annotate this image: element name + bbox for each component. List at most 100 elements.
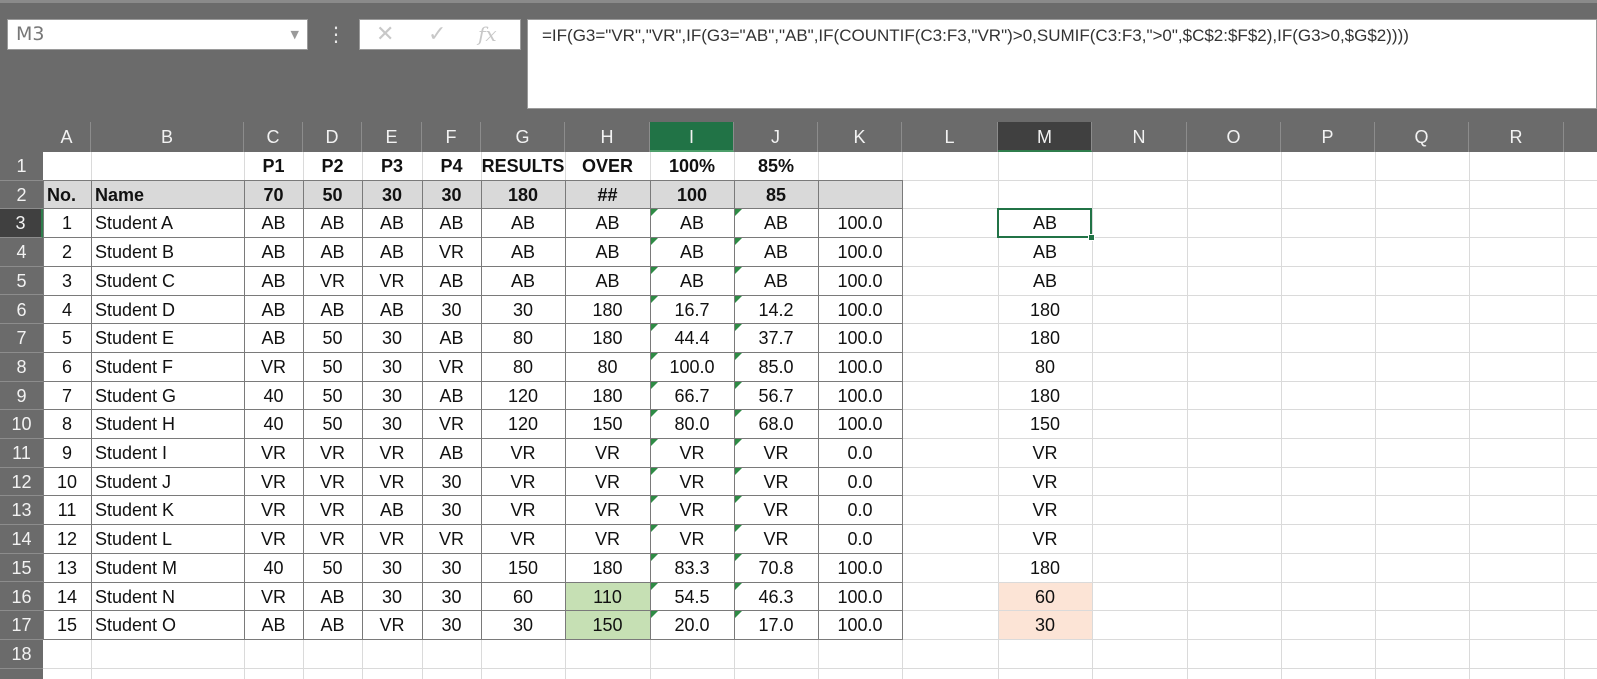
cell-e12[interactable]: VR	[362, 468, 422, 497]
fill-handle[interactable]	[1088, 234, 1095, 242]
cell-b2[interactable]: Name	[91, 181, 244, 210]
cell-g14[interactable]: VR	[481, 525, 565, 554]
row-header-6[interactable]: 6	[0, 296, 43, 325]
cell-h13[interactable]: VR	[565, 496, 650, 525]
cell-j8[interactable]: 85.0	[734, 353, 818, 382]
cell-i5[interactable]: AB	[650, 267, 734, 296]
row-header-15[interactable]: 15	[0, 554, 43, 583]
cell-e7[interactable]: 30	[362, 324, 422, 353]
cell-c10[interactable]: 40	[244, 410, 303, 439]
cell-k8[interactable]: 100.0	[818, 353, 902, 382]
cell-a10[interactable]: 8	[43, 410, 91, 439]
cell-b3[interactable]: Student A	[91, 209, 244, 238]
column-header-j[interactable]: J	[734, 122, 818, 152]
cell-b12[interactable]: Student J	[91, 468, 244, 497]
cell-d17[interactable]: AB	[303, 611, 362, 640]
cell-h1[interactable]: OVER	[565, 152, 650, 181]
cell-d2[interactable]: 50	[303, 181, 362, 210]
cell-a17[interactable]: 15	[43, 611, 91, 640]
cell-c16[interactable]: VR	[244, 583, 303, 612]
row-header-3[interactable]: 3	[0, 209, 43, 239]
cell-i1[interactable]: 100%	[650, 152, 734, 181]
column-header-l[interactable]: L	[902, 122, 998, 152]
cell-c4[interactable]: AB	[244, 238, 303, 267]
cell-k6[interactable]: 100.0	[818, 296, 902, 325]
cell-m12[interactable]: VR	[998, 468, 1092, 497]
cell-m10[interactable]: 150	[998, 410, 1092, 439]
name-box[interactable]: M3 ▼	[7, 19, 308, 50]
cell-c6[interactable]: AB	[244, 296, 303, 325]
cell-j2[interactable]: 85	[734, 181, 818, 210]
cell-a12[interactable]: 10	[43, 468, 91, 497]
cell-g12[interactable]: VR	[481, 468, 565, 497]
cell-d15[interactable]: 50	[303, 554, 362, 583]
cell-f12[interactable]: 30	[422, 468, 481, 497]
cell-j6[interactable]: 14.2	[734, 296, 818, 325]
cell-i15[interactable]: 83.3	[650, 554, 734, 583]
cell-j16[interactable]: 46.3	[734, 583, 818, 612]
row-header-9[interactable]: 9	[0, 382, 43, 411]
cell-i13[interactable]: VR	[650, 496, 734, 525]
cell-d12[interactable]: VR	[303, 468, 362, 497]
active-cell-selection[interactable]	[997, 208, 1095, 242]
cell-d3[interactable]: AB	[303, 209, 362, 238]
cell-e15[interactable]: 30	[362, 554, 422, 583]
cell-k4[interactable]: 100.0	[818, 238, 902, 267]
cell-d14[interactable]: VR	[303, 525, 362, 554]
cell-g6[interactable]: 30	[481, 296, 565, 325]
cell-h9[interactable]: 180	[565, 382, 650, 411]
cell-m7[interactable]: 180	[998, 324, 1092, 353]
cell-m8[interactable]: 80	[998, 353, 1092, 382]
cell-a2[interactable]: No.	[43, 181, 91, 210]
cell-a13[interactable]: 11	[43, 496, 91, 525]
cell-e1[interactable]: P3	[362, 152, 422, 181]
cell-h8[interactable]: 80	[565, 353, 650, 382]
cell-g1[interactable]: RESULTS	[481, 152, 565, 181]
cell-f3[interactable]: AB	[422, 209, 481, 238]
cell-j7[interactable]: 37.7	[734, 324, 818, 353]
cell-a8[interactable]: 6	[43, 353, 91, 382]
chevron-down-icon[interactable]: ▼	[291, 20, 299, 49]
cell-j11[interactable]: VR	[734, 439, 818, 468]
cell-g3[interactable]: AB	[481, 209, 565, 238]
cell-k13[interactable]: 0.0	[818, 496, 902, 525]
cell-i14[interactable]: VR	[650, 525, 734, 554]
row-header-1[interactable]: 1	[0, 152, 43, 181]
cell-h2[interactable]: ##	[565, 181, 650, 210]
cell-f9[interactable]: AB	[422, 382, 481, 411]
row-header-10[interactable]: 10	[0, 410, 43, 439]
column-header-a[interactable]: A	[43, 122, 91, 152]
cell-f1[interactable]: P4	[422, 152, 481, 181]
cell-d9[interactable]: 50	[303, 382, 362, 411]
row-header-16[interactable]: 16	[0, 583, 43, 612]
cell-j3[interactable]: AB	[734, 209, 818, 238]
cell-c5[interactable]: AB	[244, 267, 303, 296]
cell-i10[interactable]: 80.0	[650, 410, 734, 439]
row-header-8[interactable]: 8	[0, 353, 43, 382]
cell-c17[interactable]: AB	[244, 611, 303, 640]
cell-i2[interactable]: 100	[650, 181, 734, 210]
cell-h14[interactable]: VR	[565, 525, 650, 554]
cell-f4[interactable]: VR	[422, 238, 481, 267]
cell-h12[interactable]: VR	[565, 468, 650, 497]
cell-g16[interactable]: 60	[481, 583, 565, 612]
cell-k3[interactable]: 100.0	[818, 209, 902, 238]
check-icon[interactable]: ✓	[428, 20, 446, 49]
column-header-r[interactable]: R	[1469, 122, 1564, 152]
cell-k15[interactable]: 100.0	[818, 554, 902, 583]
column-header-o[interactable]: O	[1187, 122, 1281, 152]
cell-a7[interactable]: 5	[43, 324, 91, 353]
cell-i3[interactable]: AB	[650, 209, 734, 238]
cell-h10[interactable]: 150	[565, 410, 650, 439]
column-header-f[interactable]: F	[422, 122, 481, 152]
cell-k17[interactable]: 100.0	[818, 611, 902, 640]
cell-b4[interactable]: Student B	[91, 238, 244, 267]
cell-a15[interactable]: 13	[43, 554, 91, 583]
cell-c11[interactable]: VR	[244, 439, 303, 468]
column-header-e[interactable]: E	[362, 122, 422, 152]
cell-b8[interactable]: Student F	[91, 353, 244, 382]
cell-j5[interactable]: AB	[734, 267, 818, 296]
cancel-icon[interactable]: ✕	[376, 20, 394, 49]
cell-c3[interactable]: AB	[244, 209, 303, 238]
cell-f16[interactable]: 30	[422, 583, 481, 612]
